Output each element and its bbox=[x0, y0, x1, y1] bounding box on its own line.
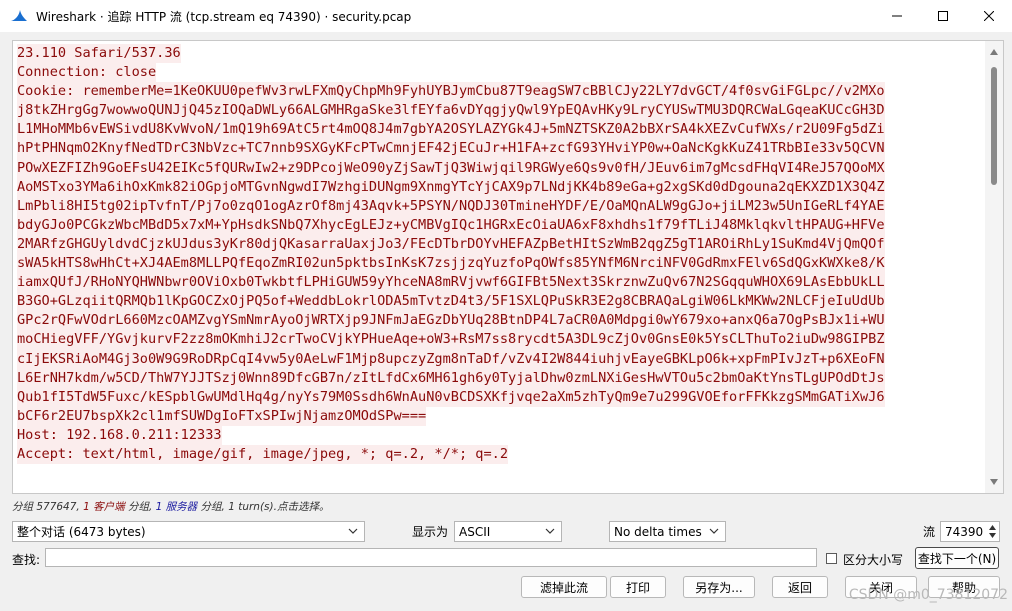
title-bar: Wireshark · 追踪 HTTP 流 (tcp.stream eq 743… bbox=[0, 0, 1012, 32]
status-prefix: 分组 577647, bbox=[12, 501, 84, 513]
stream-line: bdyGJo0PCGkzWbcMBdD5x7xM+YpHsdkSNbQ7Xhyc… bbox=[17, 215, 885, 235]
scrollbar-thumb[interactable] bbox=[991, 67, 997, 185]
stream-line: Cookie: rememberMe=1KeOKUU0pefWv3rwLFXmQ… bbox=[17, 82, 885, 102]
minimize-icon bbox=[892, 15, 902, 17]
delta-times-select[interactable]: No delta times bbox=[609, 521, 726, 542]
client-label: 客户端 bbox=[89, 501, 125, 513]
back-button[interactable]: 返回 bbox=[772, 576, 828, 598]
caret-up-icon[interactable] bbox=[988, 525, 996, 530]
print-button[interactable]: 打印 bbox=[610, 576, 666, 598]
stream-line: 23.110 Safari/537.36 bbox=[17, 44, 181, 64]
show-as-select-value: ASCII bbox=[459, 524, 491, 539]
client-packet-count: 1 bbox=[83, 501, 90, 513]
chevron-down-icon bbox=[545, 528, 555, 534]
stream-line: LmPbli8HI5tg02ipTvfnT/Pj7o0zqO1ogAzrOf8m… bbox=[17, 196, 885, 216]
stream-line: Host: 192.168.0.211:12333 bbox=[17, 425, 222, 445]
maximize-button[interactable] bbox=[920, 0, 966, 32]
filter-out-stream-button[interactable]: 滤掉此流 bbox=[521, 576, 607, 598]
server-label: 服务器 bbox=[162, 501, 198, 513]
stream-line: Qub1fI5TdW5Fuxc/kESpblGwUMdlHq4g/nyYs79M… bbox=[17, 387, 885, 407]
stream-line: sWA5kHTS8wHhCt+XJ4AEm8MLLPQfEqoZmRI02un5… bbox=[17, 254, 885, 274]
stream-text: 23.110 Safari/537.36 Connection: close Coo… bbox=[13, 41, 983, 465]
stream-number-spinbox[interactable]: 74390 bbox=[940, 521, 1000, 542]
show-as-select[interactable]: ASCII bbox=[454, 521, 562, 542]
stream-content-pane[interactable]: 23.110 Safari/537.36 Connection: close Coo… bbox=[12, 40, 1004, 494]
stream-number-value: 74390 bbox=[945, 524, 984, 539]
chevron-down-icon bbox=[348, 528, 358, 534]
spin-arrows[interactable] bbox=[985, 522, 999, 541]
find-label: 查找: bbox=[12, 553, 41, 567]
stream-line: j8tkZHrgGg7wowwoQUNJjQ45zIOQaDWLy66ALGMH… bbox=[17, 101, 885, 121]
show-as-label: 显示为 bbox=[412, 525, 449, 539]
conversation-select[interactable]: 整个对话 (6473 bytes) bbox=[12, 521, 365, 542]
vertical-scrollbar[interactable] bbox=[985, 41, 1003, 493]
find-input[interactable] bbox=[45, 548, 817, 567]
stream-line: Accept: text/html, image/gif, image/jpeg… bbox=[17, 444, 509, 465]
wireshark-fin-icon bbox=[11, 10, 27, 21]
scroll-up-button[interactable] bbox=[985, 43, 1003, 61]
stream-options-row: 整个对话 (6473 bytes) 显示为 ASCII No delta tim… bbox=[0, 519, 1012, 543]
close-icon bbox=[984, 11, 994, 21]
stream-line: 2MARfzGHGUyldvdCjzkUJdus3yKr80djQKasarra… bbox=[17, 234, 885, 255]
stream-line: iamxQUfJ/RHoNYQHWNbwr0OViOxb0TwkbtfLPHiG… bbox=[17, 273, 885, 293]
maximize-icon bbox=[938, 11, 948, 21]
caret-up-icon bbox=[990, 49, 998, 55]
conversation-select-value: 整个对话 (6473 bytes) bbox=[17, 525, 146, 539]
status-mid: 分组, bbox=[124, 501, 156, 513]
stream-line: bCF6r2EU7bspXk2cl1mfSUWDgIoFTxSPIwjNjamz… bbox=[17, 406, 427, 426]
caret-down-icon bbox=[990, 479, 998, 485]
stream-line: L6ErNH7kdm/w5CD/ThW7YJJTSzj0Wnn89DfcGB7n… bbox=[17, 368, 885, 388]
stream-line: B3GO+GLzqiitQRMQb1lKpGOCZxOjPQ5of+WeddbL… bbox=[17, 292, 885, 312]
stream-line: cIjEKSRiAoM4Gj3o0W9G9RoDRpCqI4vw5y0AeLwF… bbox=[17, 349, 885, 369]
window-title: Wireshark · 追踪 HTTP 流 (tcp.stream eq 743… bbox=[36, 9, 412, 24]
minimize-button[interactable] bbox=[874, 0, 920, 32]
csdn-watermark: CSDN @m0_73812072 bbox=[848, 587, 1008, 603]
status-suffix: 分组, 1 turn(s).点击选择。 bbox=[197, 501, 330, 513]
stream-line: POwXEZFIZh9GoEFsU42EIKc5fQURwIw2+z9DPcoj… bbox=[17, 158, 885, 178]
case-sensitive-label: 区分大小写 bbox=[843, 553, 904, 567]
stream-line: hPtPHNqmO2KnyfNedTDrC3NbVzc+TC7nnb9SXGyK… bbox=[17, 139, 885, 159]
stream-line: AoMSTxo3YMa6ihOxKmk82iOGpjoMTGvnNgwdI7Wz… bbox=[17, 177, 885, 197]
find-row: 查找: 区分大小写 查找下一个(N) bbox=[0, 546, 1012, 570]
chevron-down-icon bbox=[709, 528, 719, 534]
stream-label: 流 bbox=[923, 525, 936, 539]
stream-line: Connection: close bbox=[17, 63, 157, 83]
case-sensitive-checkbox[interactable] bbox=[826, 553, 837, 564]
stream-status-text: 分组 577647, 1 客户端 分组, 1 服务器 分组, 1 turn(s)… bbox=[12, 499, 329, 514]
close-button[interactable] bbox=[966, 0, 1012, 32]
stream-text-view[interactable]: 23.110 Safari/537.36 Connection: close Coo… bbox=[13, 41, 983, 493]
stream-line: moCHiegVFF/YGvjkurvF2zz8mOKmhiJ2crTwoCVj… bbox=[17, 330, 885, 350]
delta-times-select-value: No delta times bbox=[614, 524, 702, 539]
save-as-button[interactable]: 另存为... bbox=[683, 576, 755, 598]
stream-line: GPc2rQFwVOdrL660MzcOAMZvgYSmNmrAyoOjWRTX… bbox=[17, 311, 885, 331]
scroll-down-button[interactable] bbox=[985, 473, 1003, 491]
stream-line: L1MHoMMb6vEWSivdU8KvWvoN/1mQ19h69AtC5rt4… bbox=[17, 120, 885, 140]
find-next-button[interactable]: 查找下一个(N) bbox=[915, 547, 999, 569]
caret-down-icon[interactable] bbox=[988, 533, 996, 538]
